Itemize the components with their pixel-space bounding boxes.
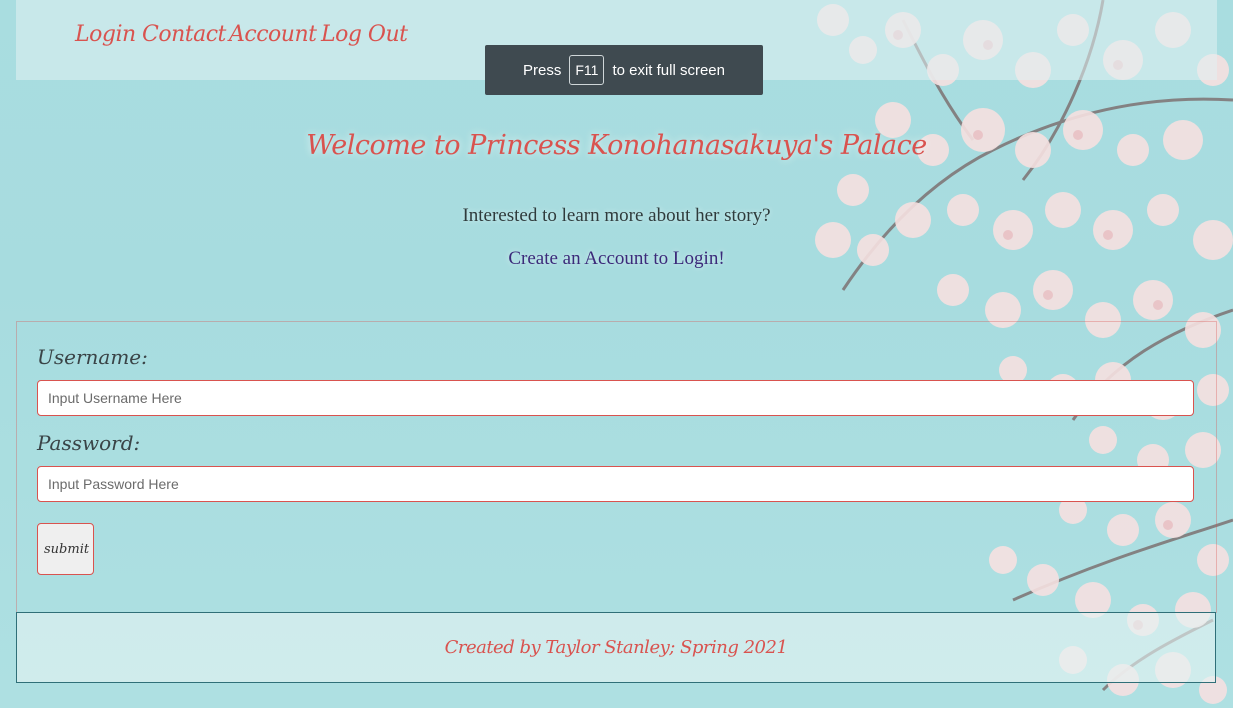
username-input[interactable] bbox=[37, 380, 1194, 416]
page-subtitle: Interested to learn more about her story… bbox=[462, 205, 771, 226]
password-label: Password: bbox=[37, 431, 141, 455]
fullscreen-suffix-text: to exit full screen bbox=[612, 61, 725, 79]
nav-login-link[interactable]: Login bbox=[75, 22, 136, 47]
page-footer: Created by Taylor Stanley; Spring 2021 bbox=[16, 612, 1216, 683]
nav-logout-link[interactable]: Log Out bbox=[321, 22, 408, 47]
password-input[interactable] bbox=[37, 466, 1194, 502]
fullscreen-press-text: Press bbox=[523, 61, 562, 79]
page-title: Welcome to Princess Konohanasakuya's Pal… bbox=[306, 130, 927, 161]
f11-key: F11 bbox=[569, 55, 605, 85]
create-account-link[interactable]: Create an Account to Login! bbox=[0, 248, 1233, 270]
footer-credit: Created by Taylor Stanley; Spring 2021 bbox=[444, 637, 788, 658]
username-label: Username: bbox=[37, 345, 148, 369]
fullscreen-notice: Press F11 to exit full screen bbox=[485, 45, 763, 95]
nav-contact-link[interactable]: Contact bbox=[142, 22, 226, 47]
submit-button[interactable]: submit bbox=[37, 523, 94, 575]
nav-account-link[interactable]: Account bbox=[229, 22, 317, 47]
